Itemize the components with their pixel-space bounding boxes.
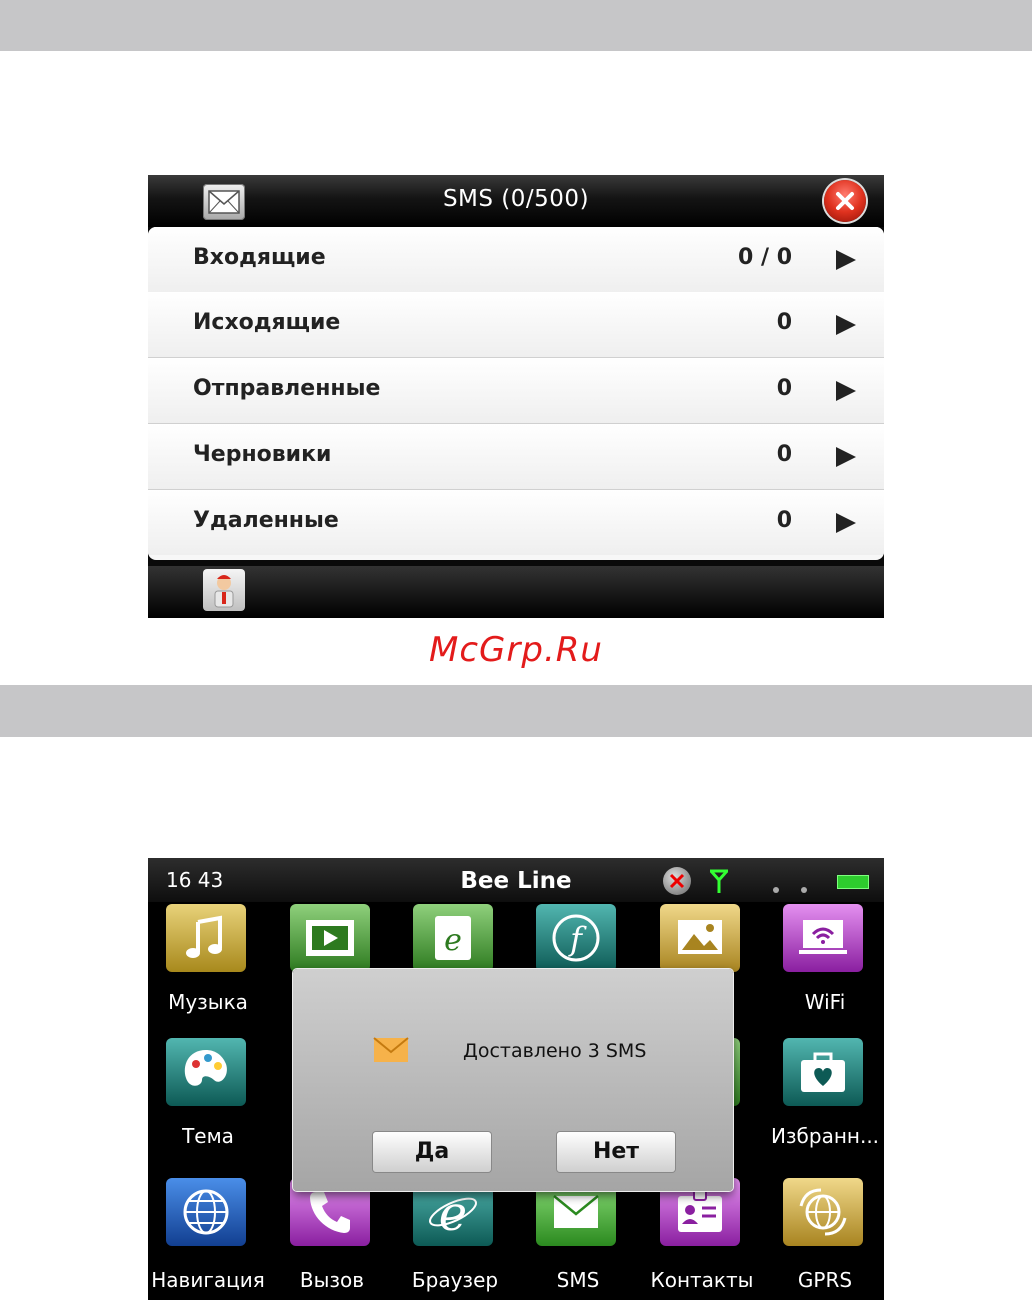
folder-label: Отправленные xyxy=(193,376,381,401)
section-band xyxy=(0,685,1032,737)
app-navigation[interactable]: Навигация xyxy=(148,1176,268,1300)
sms-title-bar: SMS (0/500) xyxy=(148,175,884,227)
envelope-icon xyxy=(373,1037,409,1062)
app-label: Вызов xyxy=(299,1268,365,1292)
folder-count: 0 xyxy=(776,376,792,401)
gprs-icon xyxy=(783,1178,863,1246)
folder-label: Черновики xyxy=(193,442,332,467)
video-icon xyxy=(290,904,370,972)
dialog-message: Доставлено 3 SMS xyxy=(463,1040,647,1062)
chevron-right-icon xyxy=(836,513,856,533)
home-screen: 16 43 Bee Line Музыка e f WiFi Тема Избр… xyxy=(148,858,884,1300)
app-theme[interactable]: Тема xyxy=(148,1036,268,1171)
app-gprs[interactable]: GPRS xyxy=(765,1176,884,1300)
globe-icon xyxy=(166,1178,246,1246)
app-label: Избранн... xyxy=(770,1124,880,1148)
page-dots-icon xyxy=(773,878,829,897)
music-icon xyxy=(166,904,246,972)
no-network-icon xyxy=(663,867,691,895)
app-label: SMS xyxy=(556,1268,600,1292)
folder-count: 0 xyxy=(776,310,792,335)
chevron-right-icon xyxy=(836,250,856,270)
folder-row-inbox[interactable]: Входящие 0 / 0 xyxy=(148,227,884,294)
app-contacts[interactable]: Контакты xyxy=(642,1176,762,1300)
chevron-right-icon xyxy=(836,381,856,401)
photo-icon xyxy=(660,904,740,972)
signal-icon xyxy=(709,869,729,893)
folder-row-deleted[interactable]: Удаленные 0 xyxy=(148,490,884,555)
favorites-icon xyxy=(783,1038,863,1106)
sms-delivered-dialog: Доставлено 3 SMS Да Нет xyxy=(293,969,733,1191)
folder-count: 0 / 0 xyxy=(738,245,792,270)
svg-text:f: f xyxy=(568,920,587,958)
app-browser[interactable]: e Браузер xyxy=(395,1176,515,1300)
app-label: Навигация xyxy=(151,1268,265,1292)
folder-count: 0 xyxy=(776,442,792,467)
app-music[interactable]: Музыка xyxy=(148,902,268,1037)
sms-folder-list: Входящие 0 / 0 Исходящие 0 Отправленные … xyxy=(148,227,884,560)
app-label: Тема xyxy=(182,1124,234,1148)
folder-label: Исходящие xyxy=(193,310,341,335)
app-sms[interactable]: SMS xyxy=(518,1176,638,1300)
no-button[interactable]: Нет xyxy=(557,1132,675,1172)
folder-count: 0 xyxy=(776,508,792,533)
chevron-right-icon xyxy=(836,447,856,467)
watermark: McGrp.Ru xyxy=(429,630,603,670)
app-label: Браузер xyxy=(411,1268,499,1292)
app-label: Контакты xyxy=(650,1268,754,1292)
yes-button[interactable]: Да xyxy=(373,1132,491,1172)
app-label: Музыка xyxy=(168,990,248,1014)
folder-row-sent[interactable]: Отправленные 0 xyxy=(148,358,884,425)
folder-label: Удаленные xyxy=(193,508,339,533)
app-call[interactable]: Вызов xyxy=(272,1176,392,1300)
folder-label: Входящие xyxy=(193,245,326,270)
header-band xyxy=(0,0,1032,51)
app-label: WiFi xyxy=(804,990,846,1014)
app-favorites[interactable]: Избранн... xyxy=(765,1036,884,1171)
wifi-icon xyxy=(783,904,863,972)
battery-icon xyxy=(837,875,869,889)
status-bar: 16 43 Bee Line xyxy=(148,858,884,902)
folder-row-outbox[interactable]: Исходящие 0 xyxy=(148,292,884,359)
chevron-right-icon xyxy=(836,315,856,335)
svg-text:e: e xyxy=(444,923,462,958)
sms-bottom-bar xyxy=(148,566,884,618)
close-icon[interactable] xyxy=(824,180,866,222)
app-label: GPRS xyxy=(797,1268,853,1292)
app-wifi[interactable]: WiFi xyxy=(765,902,884,1037)
ebook-icon: e xyxy=(413,904,493,972)
contact-icon[interactable] xyxy=(203,569,245,611)
palette-icon xyxy=(166,1038,246,1106)
sms-title: SMS (0/500) xyxy=(442,186,590,212)
svg-text:e: e xyxy=(439,1186,467,1238)
folder-row-drafts[interactable]: Черновики 0 xyxy=(148,424,884,491)
sms-screen: SMS (0/500) Входящие 0 / 0 Исходящие 0 О… xyxy=(148,175,884,618)
flash-icon: f xyxy=(536,904,616,972)
